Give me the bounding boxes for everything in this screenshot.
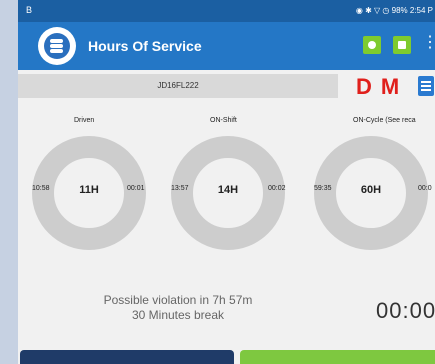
gauge-onshift-remaining: 13:57	[171, 185, 189, 192]
gauge-driven-used: 00:01	[127, 185, 145, 192]
gauge-oncycle-remaining: 59:35	[314, 185, 332, 192]
status-bar: B ◉ ✱ ▽ ◷ 98% 2:54 P	[18, 0, 435, 22]
battery-and-time: 98% 2:54 P	[391, 6, 433, 15]
overflow-menu-icon[interactable]: ⋮	[422, 35, 435, 51]
page-title: Hours Of Service	[88, 38, 202, 54]
notification-icon: B	[26, 5, 33, 15]
gauge-onshift-label: ON-Shift	[210, 117, 237, 124]
signal-icons: ◉ ✱ ▽ ◷	[355, 6, 392, 15]
gauge-driven: 11H	[30, 134, 148, 252]
gauge-onshift: 14H	[169, 134, 287, 252]
gauge-driven-label: Driven	[74, 117, 95, 124]
malfunction-indicator[interactable]: M	[381, 74, 399, 99]
vehicle-selector[interactable]: JD16FL222	[18, 74, 338, 98]
violation-warning: Possible violation in 7h 57m 30 Minutes …	[78, 293, 278, 323]
duty-status-button[interactable]	[20, 350, 234, 364]
location-icon[interactable]	[363, 36, 381, 54]
break-timer: 00:00	[376, 298, 435, 323]
gauge-oncycle-label: ON-Cycle (See reca	[353, 117, 416, 124]
app-bar: Hours Of Service ⋮	[18, 22, 435, 70]
diagnostic-indicator[interactable]: D	[356, 74, 372, 99]
violation-type: 30 Minutes break	[131, 308, 225, 322]
gauge-oncycle-used: 00:0	[418, 185, 432, 192]
violation-time: Possible violation in 7h 57m	[103, 293, 253, 307]
status-indicators: ◉ ✱ ▽ ◷ 98% 2:54 P	[356, 6, 433, 15]
document-icon[interactable]	[418, 76, 434, 96]
status-indicators-dm: DM	[356, 74, 408, 100]
message-icon[interactable]	[393, 36, 411, 54]
gauge-oncycle: 60H	[312, 134, 430, 252]
action-button[interactable]	[240, 350, 435, 364]
hos-screen: B ◉ ✱ ▽ ◷ 98% 2:54 P Hours Of Service ⋮ …	[18, 0, 435, 364]
app-logo-icon[interactable]	[38, 27, 76, 65]
gauge-driven-remaining: 10:58	[32, 185, 50, 192]
gauge-onshift-used: 00:02	[268, 185, 286, 192]
